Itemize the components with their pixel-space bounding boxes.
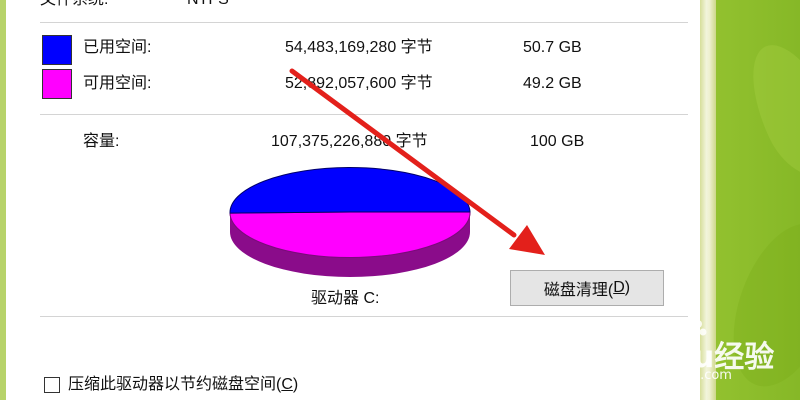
arrow-head xyxy=(509,225,545,255)
watermark-url: jingyan.baidu.com xyxy=(612,368,732,383)
arrow-shaft xyxy=(289,68,517,238)
